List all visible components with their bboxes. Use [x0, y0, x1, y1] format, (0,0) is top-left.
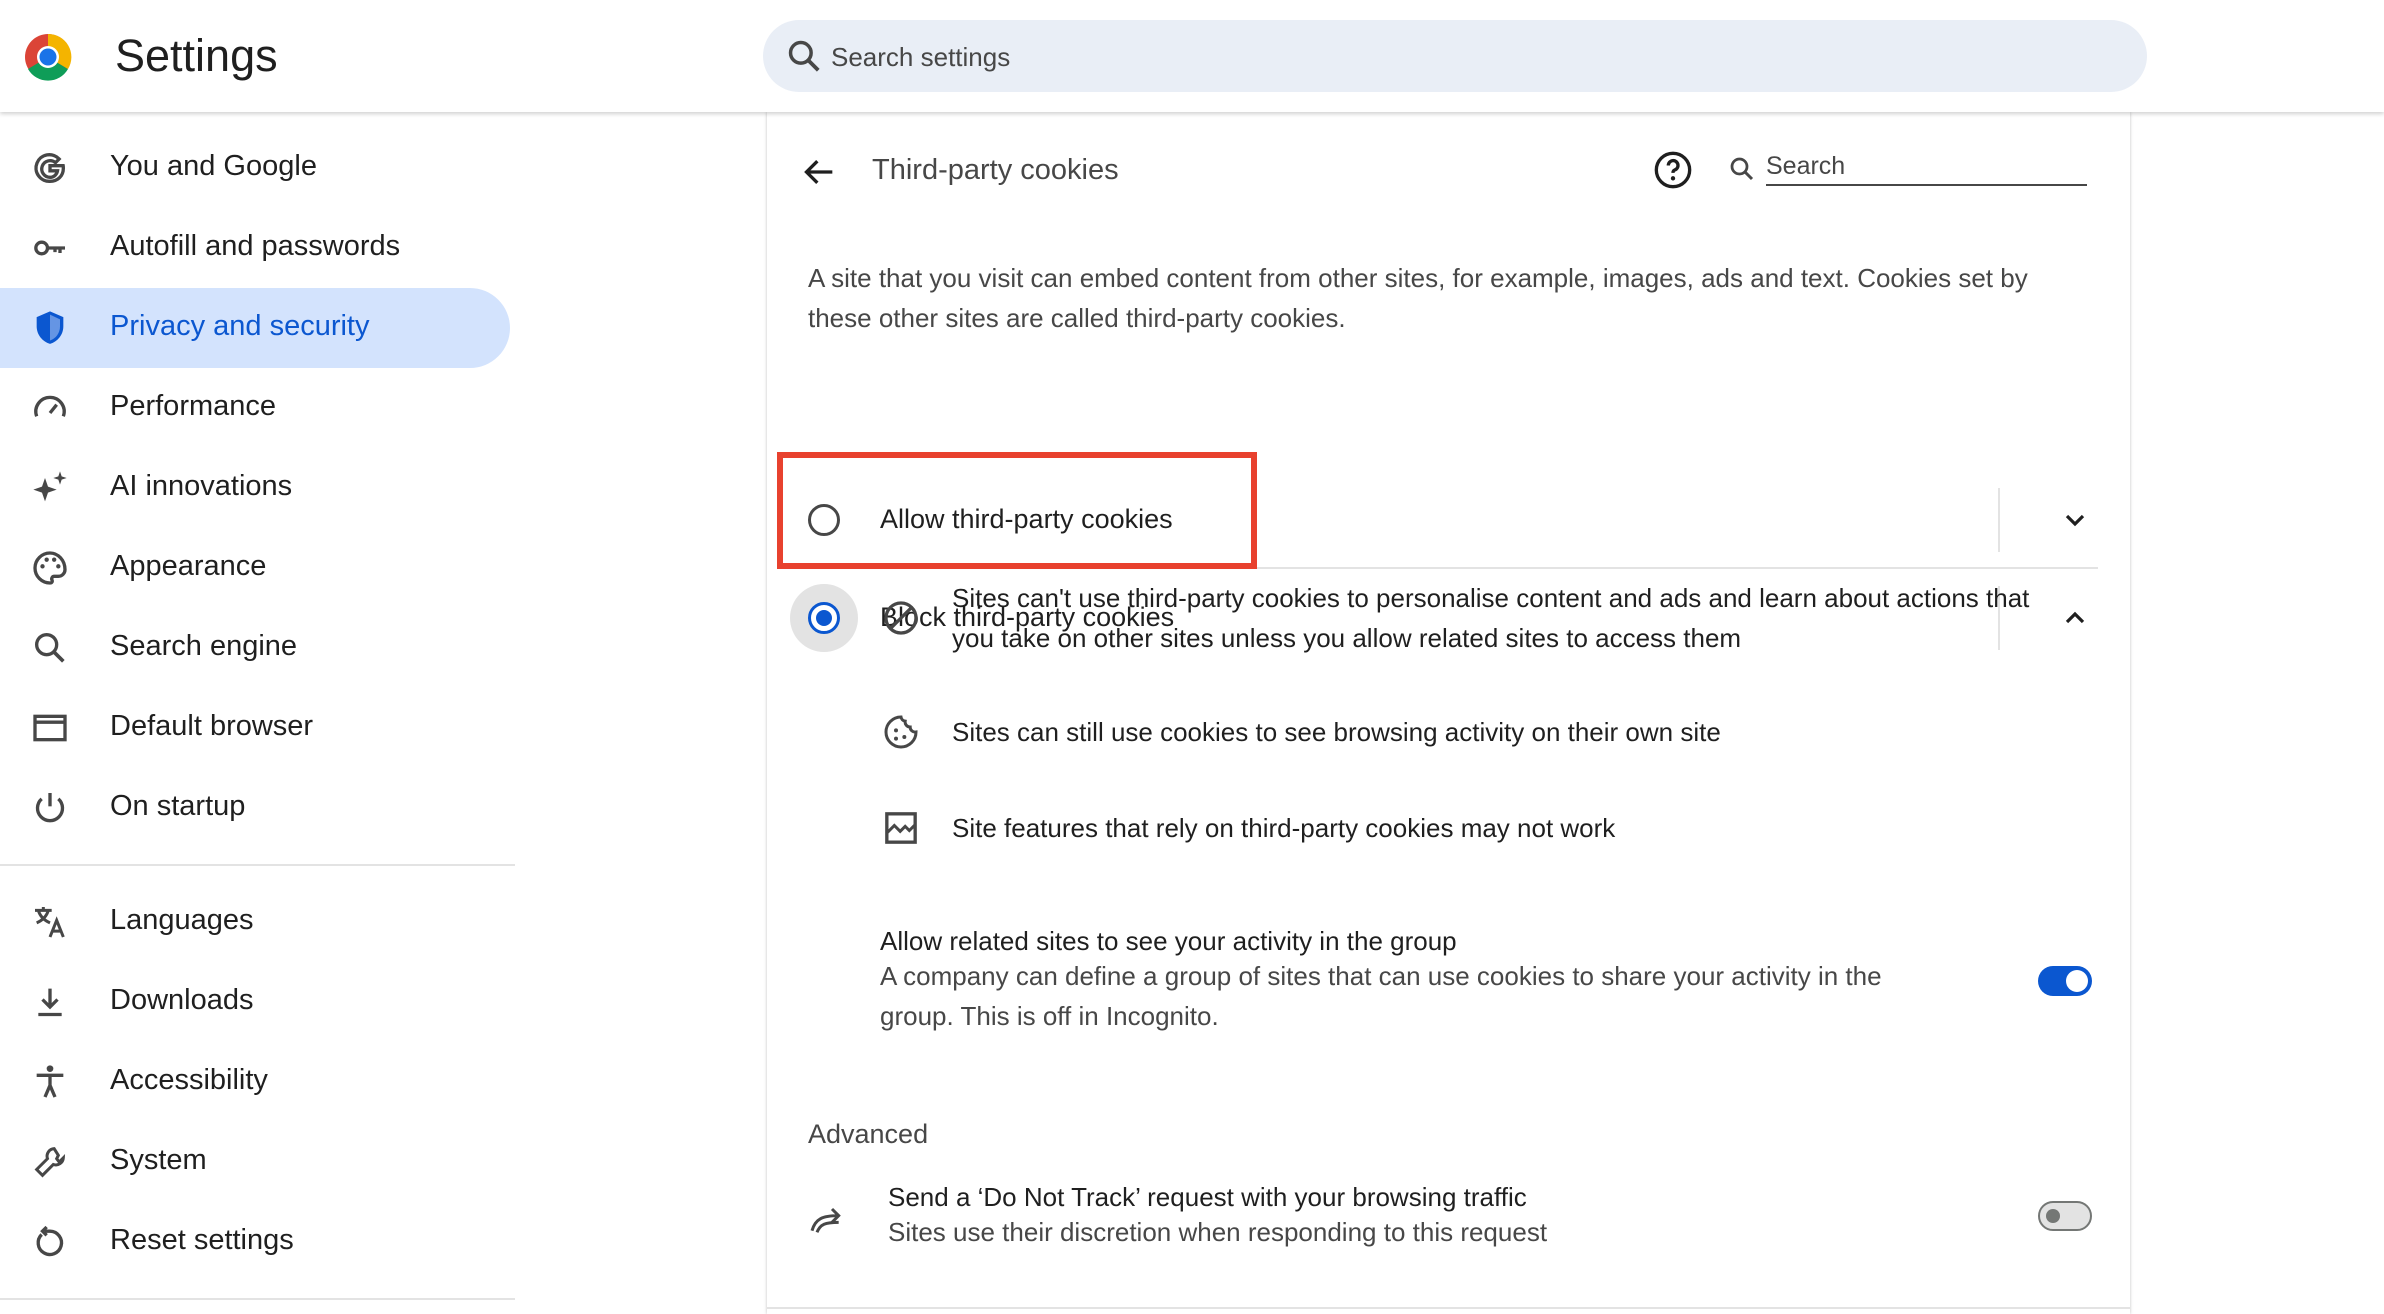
row-separator — [1998, 488, 2000, 552]
help-icon[interactable] — [1653, 150, 1693, 190]
sidebar-item-label: Autofill and passwords — [110, 230, 401, 262]
cookies-search-input[interactable]: Search — [1766, 148, 2087, 186]
app-title: Settings — [115, 30, 278, 81]
wrench-icon — [34, 1147, 66, 1178]
annotation-highlight-box — [777, 452, 1257, 569]
search-placeholder: Search settings — [831, 42, 1011, 72]
sidebar-item-performance[interactable]: Performance — [0, 368, 510, 448]
download-icon — [38, 988, 62, 1017]
chevron-down-icon[interactable] — [2059, 504, 2091, 536]
palette-icon — [33, 551, 67, 585]
advanced-section-heading: Advanced — [808, 1119, 929, 1149]
related-sites-subtitle: A company can define a group of sites th… — [880, 961, 1882, 1031]
accessibility-icon — [36, 1065, 64, 1098]
sidebar-item-label: On startup — [110, 790, 246, 822]
block-detail-text: Sites can't use third-party cookies to p… — [952, 583, 2030, 653]
related-sites-title: Allow related sites to see your activity… — [880, 926, 1457, 956]
block-detail-text: Sites can still use cookies to see brows… — [952, 717, 1721, 747]
sidebar-item-on-startup[interactable]: On startup — [0, 768, 510, 848]
browser-window-icon — [33, 714, 67, 742]
sidebar-item-label: Appearance — [110, 550, 267, 582]
sidebar-item-downloads[interactable]: Downloads — [0, 962, 510, 1042]
sidebar-item-label: Privacy and security — [110, 310, 370, 342]
sparkle-icon — [33, 471, 67, 502]
sidebar-item-label: AI innovations — [110, 470, 293, 502]
sidebar-item-privacy-and-security[interactable]: Privacy and security — [0, 288, 510, 368]
do-not-track-icon — [810, 1207, 841, 1233]
search-icon — [35, 633, 65, 663]
chrome-logo-icon — [25, 33, 72, 81]
key-icon — [34, 240, 65, 256]
sidebar-item-autofill[interactable]: Autofill and passwords — [0, 208, 510, 288]
sidebar-item-label: You and Google — [110, 150, 317, 182]
shield-icon — [36, 311, 64, 344]
sidebar-item-label: Languages — [110, 904, 254, 936]
cookie-icon — [884, 715, 918, 749]
sidebar-item-appearance[interactable]: Appearance — [0, 528, 510, 608]
search-icon — [788, 40, 820, 72]
block-icon — [884, 601, 918, 635]
reset-icon — [36, 1225, 64, 1257]
block-radio-button[interactable] — [808, 602, 840, 634]
sidebar-item-system[interactable]: System — [0, 1122, 510, 1202]
search-settings-input[interactable]: Search settings — [763, 20, 2147, 92]
sidebar-divider — [0, 1298, 515, 1300]
third-party-cookies-card: Third-party cookies Search A site that y… — [767, 112, 2130, 1314]
sidebar-divider — [0, 864, 515, 866]
sidebar-item-label: Accessibility — [110, 1064, 268, 1096]
back-arrow-icon[interactable] — [799, 152, 839, 192]
power-icon — [35, 793, 65, 823]
translate-icon — [35, 907, 65, 938]
sidebar-item-accessibility[interactable]: Accessibility — [0, 1042, 510, 1122]
do-not-track-subtitle: Sites use their discretion when respondi… — [888, 1217, 1548, 1247]
sidebar-item-label: Downloads — [110, 984, 254, 1016]
sidebar-item-languages[interactable]: Languages — [0, 882, 510, 962]
broken-image-icon — [885, 812, 917, 844]
speedometer-icon — [34, 395, 66, 417]
page-description: A site that you visit can embed content … — [808, 263, 2028, 333]
do-not-track-title: Send a ‘Do Not Track’ request with your … — [888, 1182, 1527, 1212]
top-bar: Settings Search settings — [0, 0, 2384, 112]
sidebar-item-label: Search engine — [110, 630, 298, 662]
block-detail-text: Site features that rely on third-party c… — [952, 813, 1616, 843]
related-sites-toggle[interactable] — [2038, 966, 2092, 996]
sidebar-item-default-browser[interactable]: Default browser — [0, 688, 510, 768]
page-title: Third-party cookies — [872, 154, 1119, 186]
sidebar-item-you-and-google[interactable]: You and Google — [0, 128, 510, 208]
divider — [767, 1307, 2130, 1309]
sidebar-item-ai-innovations[interactable]: AI innovations — [0, 448, 510, 528]
sidebar-item-label: Default browser — [110, 710, 314, 742]
sidebar-item-label: System — [110, 1144, 207, 1176]
google-g-icon — [34, 153, 66, 184]
sidebar-item-label: Reset settings — [110, 1224, 294, 1256]
sidebar-item-reset-settings[interactable]: Reset settings — [0, 1202, 510, 1282]
search-icon — [1730, 157, 1754, 181]
sidebar-item-label: Performance — [110, 390, 277, 422]
sidebar-nav: You and Google Autofill and passwords Pr… — [0, 112, 520, 1314]
sidebar-item-search-engine[interactable]: Search engine — [0, 608, 510, 688]
do-not-track-toggle[interactable] — [2038, 1201, 2092, 1231]
